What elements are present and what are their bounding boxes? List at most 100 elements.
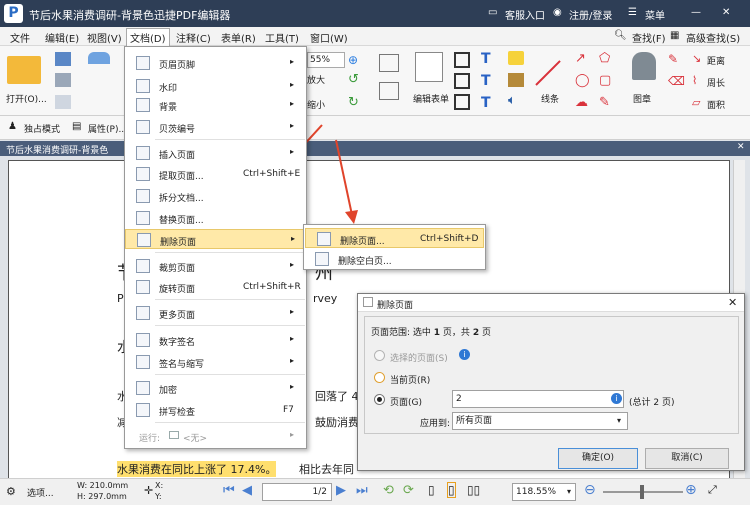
dialog-close-button[interactable]: ✕ (728, 296, 737, 309)
prev-page-icon[interactable]: ◀ (242, 483, 252, 498)
textbox-note-icon[interactable]: T (481, 73, 491, 89)
radio-pages[interactable] (374, 394, 385, 405)
menu-comment[interactable]: 注释(C) (176, 30, 211, 45)
service-icon[interactable]: ▭ (488, 7, 497, 18)
find-button[interactable]: 查找(F) (632, 30, 666, 45)
fullscreen-icon[interactable]: ⤢ (708, 483, 717, 497)
distance-button[interactable]: 距离 (707, 54, 725, 67)
back-icon[interactable]: ⟲ (383, 483, 394, 498)
continuous-icon[interactable]: ▯ (447, 482, 456, 498)
menu-item-insert-page[interactable]: 插入页面 ▸ (125, 143, 306, 163)
menu-icon[interactable]: ☰ (628, 7, 637, 18)
forward-icon[interactable]: ⟳ (403, 483, 414, 498)
apply-to-select[interactable]: 所有页面 (452, 412, 628, 430)
tab-close-icon[interactable]: ✕ (737, 142, 745, 152)
single-page-icon[interactable]: ▯ (428, 483, 435, 497)
open-button[interactable]: 打开(O)... (6, 92, 47, 105)
menu-link[interactable]: 菜单 (645, 7, 665, 22)
sound-icon[interactable]: 🔈︎ (508, 93, 516, 108)
print-icon[interactable] (55, 73, 71, 87)
menu-item-delete-page[interactable]: 删除页面 ▸ (125, 229, 306, 249)
menu-file[interactable]: 文件 (10, 30, 30, 45)
menu-item-rotate-page[interactable]: 旋转页面 Ctrl+Shift+R (125, 277, 306, 297)
page-icon[interactable] (55, 95, 71, 109)
submenu-delete-pages[interactable]: 删除页面... Ctrl+Shift+D (305, 228, 484, 248)
stamp-icon[interactable] (632, 52, 656, 80)
polygon-tool-icon[interactable]: ⬠ (599, 51, 610, 66)
menu-item-extract-page[interactable]: 提取页面... Ctrl+Shift+E (125, 164, 306, 184)
combobox-icon[interactable] (454, 94, 470, 110)
save-icon[interactable] (55, 52, 71, 66)
apply-to-dropdown-icon[interactable]: ▾ (617, 416, 621, 425)
page-number-input[interactable]: 1/2 (262, 483, 332, 501)
menu-item-more-pages[interactable]: 更多页面 ▸ (125, 303, 306, 323)
advanced-find-icon[interactable]: ▦ (670, 30, 679, 41)
perimeter-icon[interactable]: ⌇ (692, 74, 697, 87)
minimize-button[interactable]: — (691, 7, 701, 18)
menu-item-run[interactable]: 运行: <无> ▸ (125, 426, 306, 446)
area-button[interactable]: 面积 (707, 98, 725, 111)
menu-item-watermark[interactable]: 水印 ▸ (125, 76, 306, 96)
edit-form-icon[interactable] (415, 52, 443, 82)
exclusive-mode-button[interactable]: 独占模式 (24, 122, 60, 135)
sticky-note-icon[interactable] (508, 51, 524, 65)
menu-item-split-document[interactable]: 拆分文档... (125, 186, 306, 206)
typewriter-icon[interactable]: T (481, 51, 491, 67)
service-link[interactable]: 客服入口 (505, 7, 545, 22)
line-tool-icon[interactable] (535, 60, 561, 86)
facing-icon[interactable]: ▯▯ (467, 483, 480, 497)
menu-item-bates[interactable]: 贝茨编号 ▸ (125, 117, 306, 137)
arrow-tool-icon[interactable]: ↗ (575, 51, 586, 66)
advanced-find-button[interactable]: 高级查找(S) (686, 30, 740, 45)
zoom-in-status-icon[interactable]: ⊕ (685, 482, 697, 498)
enlarge-button[interactable]: 放大 (307, 73, 325, 86)
eraser-icon[interactable]: ⌫ (668, 74, 685, 88)
cloud-icon[interactable] (88, 52, 110, 64)
pencil-tool-icon[interactable]: ✎ (599, 95, 610, 110)
area-icon[interactable]: ▱ (692, 96, 700, 109)
menu-tools[interactable]: 工具(T) (265, 30, 299, 45)
zoom-dropdown-icon[interactable]: ▾ (567, 487, 571, 496)
perimeter-button[interactable]: 周长 (707, 76, 725, 89)
first-page-icon[interactable]: ⏮ (223, 483, 235, 498)
shrink-button[interactable]: 缩小 (307, 98, 325, 111)
properties-button[interactable]: 属性(P)... (88, 122, 127, 135)
menu-document[interactable]: 文档(D) (126, 28, 170, 46)
exclusive-icon[interactable]: ♟ (8, 121, 17, 132)
close-button[interactable]: ✕ (722, 7, 730, 18)
zoom-slider-thumb[interactable] (640, 485, 644, 499)
next-page-icon[interactable]: ▶ (336, 483, 346, 498)
menu-edit[interactable]: 编辑(E) (45, 30, 79, 45)
menu-item-digital-signature[interactable]: 数字签名 ▸ (125, 330, 306, 350)
options-button[interactable]: 选项... (27, 486, 54, 499)
document-tab[interactable]: 节后水果消费调研-背景色 (6, 143, 108, 156)
submenu-delete-blank-pages[interactable]: 删除空白页... (304, 249, 485, 269)
login-link[interactable]: 注册/登录 (569, 7, 612, 22)
image-tool-icon[interactable] (379, 82, 399, 100)
open-folder-icon[interactable] (7, 56, 41, 84)
radio-current-page[interactable] (374, 372, 385, 383)
zoom-select[interactable]: 55% (307, 52, 345, 68)
zoom-out-icon[interactable]: ⊖ (584, 482, 596, 498)
rotate-left-icon[interactable]: ↺ (348, 72, 359, 87)
menu-item-encrypt[interactable]: 加密 ▸ (125, 378, 306, 398)
line-button[interactable]: 线条 (541, 92, 559, 105)
menu-item-replace-page[interactable]: 替换页面... (125, 208, 306, 228)
menu-item-header-footer[interactable]: 页眉页脚 ▸ (125, 53, 306, 73)
radio-selected-pages[interactable] (374, 350, 385, 361)
callout-icon[interactable]: T (481, 95, 491, 111)
rotate-right-icon[interactable]: ↻ (348, 95, 359, 110)
menu-item-sign-initials[interactable]: 签名与缩写 ▸ (125, 352, 306, 372)
menu-item-background[interactable]: 背景 ▸ (125, 95, 306, 115)
menu-item-crop-page[interactable]: 裁剪页面 ▸ (125, 256, 306, 276)
menu-view[interactable]: 视图(V) (87, 30, 122, 45)
edit-form-button[interactable]: 编辑表单 (413, 92, 449, 105)
textbox-icon[interactable] (454, 52, 470, 68)
properties-icon[interactable]: ▤ (72, 121, 81, 132)
find-icon[interactable]: 🔍︎ (614, 30, 627, 41)
highlight-icon[interactable]: ✎ (668, 52, 678, 66)
checkbox-icon[interactable] (454, 73, 470, 89)
distance-icon[interactable]: ↘ (692, 52, 701, 65)
user-icon[interactable]: ◉ (553, 7, 562, 18)
last-page-icon[interactable]: ⏭ (356, 483, 368, 498)
